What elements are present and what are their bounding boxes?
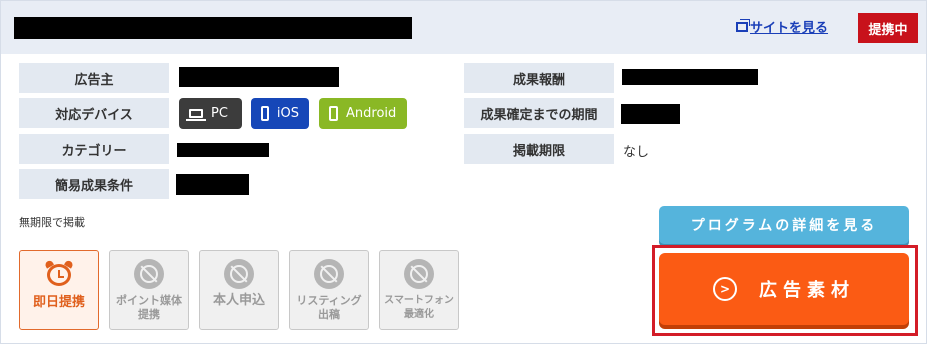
device-badge-android: Android — [319, 98, 407, 129]
feature-listing-ads: リスティング 出稿 — [289, 250, 369, 330]
category-value-redacted — [177, 143, 269, 157]
prohibited-icon — [134, 259, 164, 289]
site-link[interactable]: サイトを見る — [736, 17, 828, 36]
feature-smartphone-optimized: スマートフォン 最適化 — [379, 250, 459, 330]
confirm-period-label: 成果確定までの期間 — [464, 98, 614, 128]
device-badge-ios: iOS — [251, 98, 309, 129]
listing-period-label: 掲載期限 — [464, 134, 614, 164]
listing-note: 無期限で掲載 — [19, 216, 85, 229]
feature-label: リスティング 出稿 — [296, 294, 362, 321]
feature-self-application: 本人申込 — [199, 250, 279, 330]
ad-material-label: 広告素材 — [759, 280, 855, 301]
advertiser-value-redacted — [179, 67, 339, 87]
card-header: サイトを見る 提携中 — [1, 1, 926, 54]
device-badge-pc: PC — [179, 98, 242, 129]
circle-arrow-right-icon: > — [713, 277, 737, 301]
feature-point-media: ポイント媒体 提携 — [109, 250, 189, 330]
phone-icon — [261, 106, 269, 121]
reward-value-redacted — [622, 69, 758, 85]
external-window-icon — [736, 18, 750, 32]
reward-label: 成果報酬 — [464, 63, 614, 93]
device-label: iOS — [276, 106, 299, 121]
prohibited-icon — [404, 259, 434, 289]
feature-label: ポイント媒体 提携 — [116, 294, 182, 321]
device-label: Android — [346, 106, 397, 121]
feature-same-day-partnership: 即日提携 — [19, 250, 99, 330]
advertiser-label: 広告主 — [19, 63, 169, 93]
program-title-redacted — [14, 17, 412, 39]
listing-period-value: なし — [623, 145, 650, 160]
simple-condition-value-redacted — [176, 174, 249, 195]
status-badge: 提携中 — [858, 13, 918, 43]
device-label: PC — [211, 106, 228, 121]
program-card: サイトを見る 提携中 広告主 対応デバイス PC iOS Android カテゴ… — [0, 0, 927, 344]
laptop-icon — [186, 109, 206, 121]
prohibited-icon — [224, 259, 254, 289]
phone-icon — [329, 106, 338, 121]
ad-material-button[interactable]: > 広告素材 — [659, 253, 909, 325]
prohibited-icon — [314, 259, 344, 289]
category-label: カテゴリー — [19, 134, 169, 164]
program-detail-button[interactable]: プログラムの詳細を見る — [659, 206, 909, 244]
site-link-label: サイトを見る — [750, 21, 829, 36]
feature-label: スマートフォン 最適化 — [384, 295, 454, 320]
feature-label: 即日提携 — [32, 295, 85, 310]
feature-label: 本人申込 — [212, 293, 265, 308]
devices-label: 対応デバイス — [19, 98, 169, 128]
simple-condition-label: 簡易成果条件 — [19, 169, 169, 199]
alarm-clock-icon — [44, 259, 74, 287]
confirm-period-value-redacted — [621, 104, 680, 124]
